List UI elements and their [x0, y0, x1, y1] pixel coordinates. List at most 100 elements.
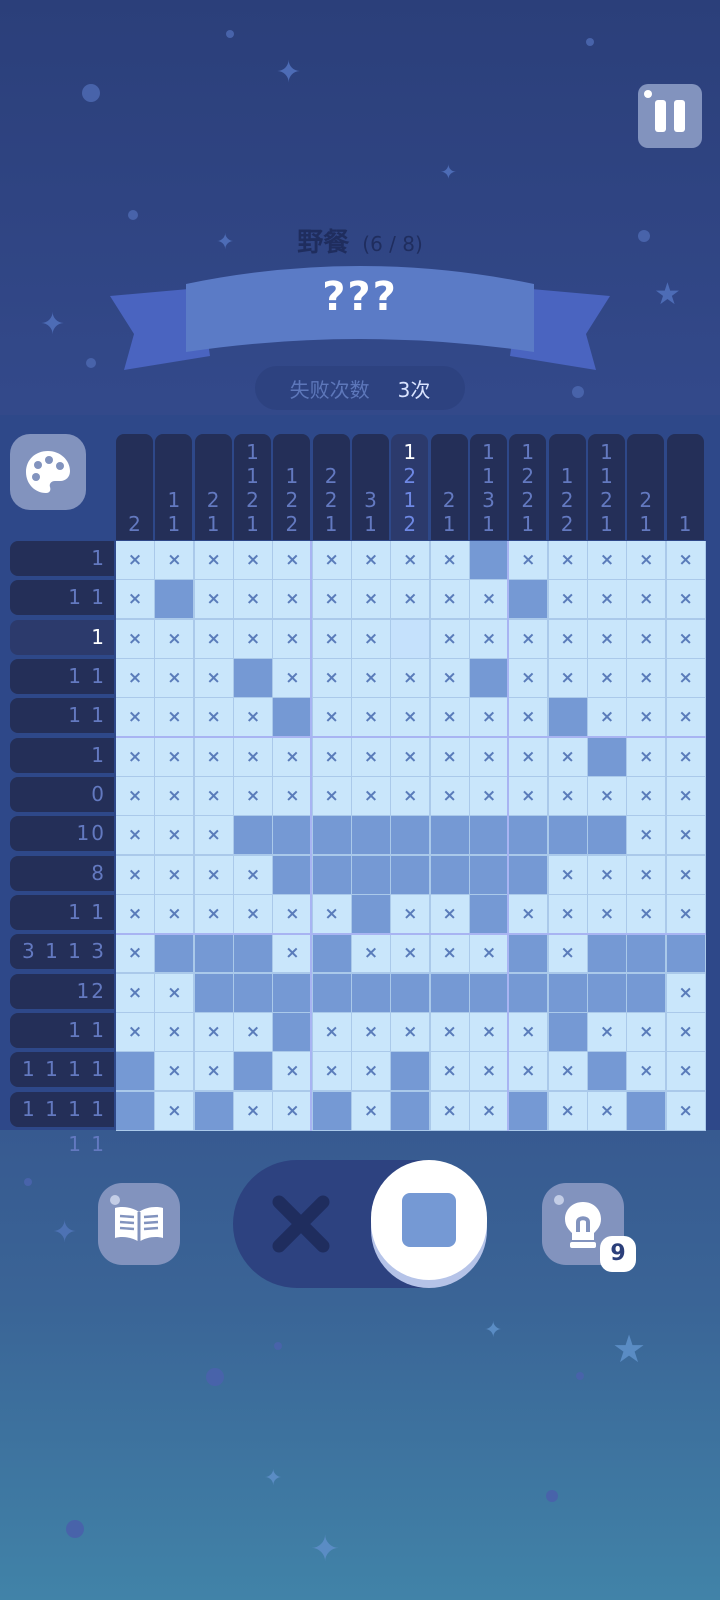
grid-cell-marked[interactable]: × — [273, 658, 312, 697]
grid-cell-marked[interactable]: × — [666, 698, 705, 737]
grid-cell-marked[interactable]: × — [627, 698, 666, 737]
grid-cell-marked[interactable]: × — [587, 658, 626, 697]
grid-cell-marked[interactable]: × — [273, 934, 312, 973]
grid-cell-marked[interactable]: × — [666, 973, 705, 1012]
grid-cell-marked[interactable]: × — [430, 541, 469, 579]
grid-cell-marked[interactable]: × — [548, 580, 587, 619]
grid-cell-marked[interactable]: × — [351, 658, 390, 697]
grid-cell-marked[interactable]: × — [273, 1091, 312, 1130]
grid-cell-marked[interactable]: × — [155, 816, 194, 855]
fill-mode-button[interactable] — [371, 1160, 487, 1280]
pause-button[interactable] — [638, 84, 702, 148]
grid-cell-filled[interactable] — [469, 973, 508, 1012]
grid-cell-filled[interactable] — [587, 1052, 626, 1091]
grid-cell-marked[interactable]: × — [469, 619, 508, 658]
grid-cell-marked[interactable]: × — [391, 894, 430, 933]
grid-cell-marked[interactable]: × — [509, 541, 548, 579]
grid-cell-marked[interactable]: × — [548, 541, 587, 579]
grid-cell-marked[interactable]: × — [430, 1052, 469, 1091]
grid-cell-marked[interactable]: × — [155, 776, 194, 815]
grid-cell-empty[interactable] — [391, 619, 430, 658]
grid-cell-marked[interactable]: × — [627, 580, 666, 619]
grid-cell-marked[interactable]: × — [116, 894, 154, 933]
grid-cell-filled[interactable] — [391, 855, 430, 894]
grid-cell-marked[interactable]: × — [666, 541, 705, 579]
grid-cell-marked[interactable]: × — [116, 658, 154, 697]
grid-cell-filled[interactable] — [587, 737, 626, 776]
grid-cell-marked[interactable]: × — [233, 855, 272, 894]
grid-cell-marked[interactable]: × — [391, 1012, 430, 1051]
grid-cell-marked[interactable]: × — [155, 894, 194, 933]
grid-cell-filled[interactable] — [627, 973, 666, 1012]
grid-cell-marked[interactable]: × — [627, 658, 666, 697]
grid-cell-marked[interactable]: × — [194, 1052, 233, 1091]
grid-cell-marked[interactable]: × — [194, 1012, 233, 1051]
grid-cell-filled[interactable] — [273, 698, 312, 737]
grid-cell-marked[interactable]: × — [116, 1012, 154, 1051]
grid-cell-marked[interactable]: × — [509, 619, 548, 658]
grid-cell-marked[interactable]: × — [155, 855, 194, 894]
grid-cell-filled[interactable] — [312, 855, 351, 894]
grid-cell-marked[interactable]: × — [548, 894, 587, 933]
grid-cell-filled[interactable] — [430, 973, 469, 1012]
grid-cell-marked[interactable]: × — [430, 580, 469, 619]
grid-cell-marked[interactable]: × — [194, 855, 233, 894]
grid-cell-marked[interactable]: × — [273, 541, 312, 579]
grid-cell-marked[interactable]: × — [469, 698, 508, 737]
grid-cell-marked[interactable]: × — [469, 580, 508, 619]
grid-cell-marked[interactable]: × — [666, 776, 705, 815]
grid-cell-marked[interactable]: × — [155, 1052, 194, 1091]
grid-cell-filled[interactable] — [627, 934, 666, 973]
grid-cell-marked[interactable]: × — [548, 776, 587, 815]
grid-cell-marked[interactable]: × — [312, 580, 351, 619]
grid-cell-marked[interactable]: × — [233, 894, 272, 933]
grid-cell-marked[interactable]: × — [194, 541, 233, 579]
grid-cell-filled[interactable] — [548, 816, 587, 855]
grid-cell-marked[interactable]: × — [469, 1052, 508, 1091]
grid-cell-marked[interactable]: × — [587, 619, 626, 658]
grid-cell-marked[interactable]: × — [666, 894, 705, 933]
grid-cell-marked[interactable]: × — [351, 698, 390, 737]
grid-cell-filled[interactable] — [430, 855, 469, 894]
grid-cell-filled[interactable] — [391, 816, 430, 855]
grid-cell-marked[interactable]: × — [430, 698, 469, 737]
grid-cell-marked[interactable]: × — [273, 619, 312, 658]
grid-cell-marked[interactable]: × — [587, 580, 626, 619]
grid-cell-filled[interactable] — [351, 894, 390, 933]
mode-toggle[interactable] — [233, 1160, 487, 1288]
grid-cell-marked[interactable]: × — [116, 541, 154, 579]
grid-cell-marked[interactable]: × — [627, 894, 666, 933]
grid-cell-marked[interactable]: × — [351, 580, 390, 619]
grid-cell-filled[interactable] — [233, 658, 272, 697]
grid-cell-marked[interactable]: × — [391, 776, 430, 815]
grid-cell-marked[interactable]: × — [666, 619, 705, 658]
grid-cell-filled[interactable] — [233, 1052, 272, 1091]
grid-cell-marked[interactable]: × — [430, 894, 469, 933]
grid-cell-marked[interactable]: × — [548, 619, 587, 658]
grid-cell-filled[interactable] — [312, 934, 351, 973]
grid-cell-marked[interactable]: × — [548, 1052, 587, 1091]
grid-cell-marked[interactable]: × — [312, 619, 351, 658]
grid-cell-marked[interactable]: × — [666, 816, 705, 855]
grid-cell-marked[interactable]: × — [116, 816, 154, 855]
grid-cell-filled[interactable] — [194, 973, 233, 1012]
palette-button[interactable] — [10, 434, 86, 510]
grid-cell-marked[interactable]: × — [627, 737, 666, 776]
grid-cell-filled[interactable] — [627, 1091, 666, 1130]
grid-cell-filled[interactable] — [155, 580, 194, 619]
grid-cell-marked[interactable]: × — [273, 737, 312, 776]
grid-cell-filled[interactable] — [469, 541, 508, 579]
grid-cell-filled[interactable] — [312, 816, 351, 855]
grid-cell-marked[interactable]: × — [391, 541, 430, 579]
grid-cell-marked[interactable]: × — [587, 541, 626, 579]
grid-cell-marked[interactable]: × — [351, 934, 390, 973]
grid-cell-marked[interactable]: × — [587, 698, 626, 737]
grid-cell-marked[interactable]: × — [155, 658, 194, 697]
grid-cell-filled[interactable] — [233, 934, 272, 973]
grid-cell-marked[interactable]: × — [509, 737, 548, 776]
grid-cell-marked[interactable]: × — [351, 1052, 390, 1091]
grid-cell-marked[interactable]: × — [391, 737, 430, 776]
grid-cell-marked[interactable]: × — [391, 698, 430, 737]
grid-cell-marked[interactable]: × — [273, 1052, 312, 1091]
grid-cell-marked[interactable]: × — [469, 1091, 508, 1130]
